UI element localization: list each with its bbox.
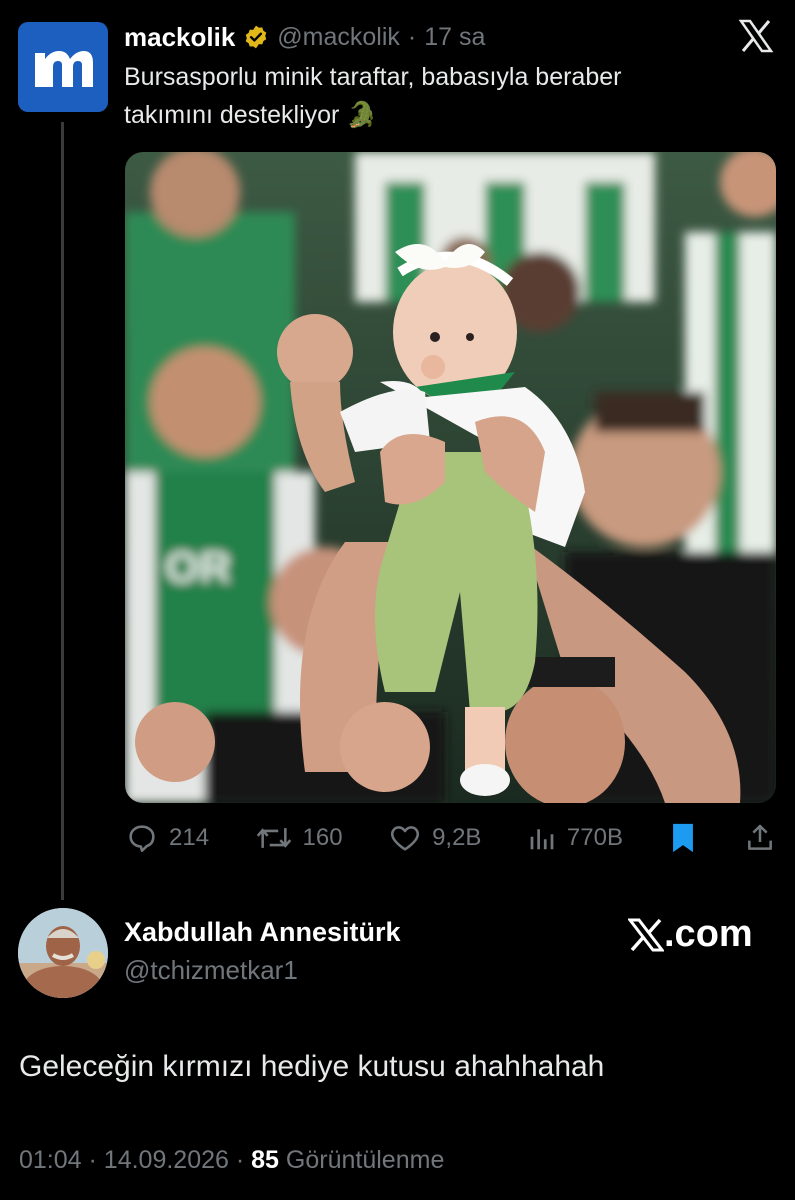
retweet-count: 160 [302, 824, 343, 851]
x-com-brand[interactable]: .com [628, 913, 753, 956]
share-icon [748, 824, 772, 850]
heart-icon [391, 826, 420, 851]
thread-line [61, 122, 64, 900]
x-brand-icon [628, 918, 664, 951]
tweet-header: mackolik @mackolik · 17 sa [124, 20, 485, 54]
meta-separator-2: · [235, 1146, 245, 1174]
retweet-icon [256, 828, 291, 848]
mackolik-logo-icon [35, 51, 93, 87]
svg-text:OR: OR [165, 543, 231, 592]
views-button[interactable]: 770B [527, 823, 623, 853]
reply-meta: 01:04 · 14.09.2026 · 85 Görüntülenme [19, 1146, 444, 1175]
reply-button[interactable]: 214 [125, 821, 209, 855]
reply-count: 214 [169, 824, 210, 851]
reply-time[interactable]: 01:04 [19, 1146, 82, 1174]
x-com-text: .com [664, 913, 753, 955]
verified-badge-icon [246, 25, 267, 49]
mackolik-avatar[interactable] [18, 22, 108, 112]
reply-icon [129, 825, 155, 853]
author-handle[interactable]: @mackolik [277, 23, 400, 52]
author-name[interactable]: mackolik [124, 22, 235, 53]
tweet-text-line-1: Bursasporlu minik taraftar, babasıyla be… [124, 63, 622, 91]
like-count: 9,2B [432, 824, 482, 851]
analytics-icon [530, 829, 554, 850]
meta-separator-1: · [88, 1146, 97, 1174]
tweet-photo[interactable]: OR [125, 152, 776, 803]
reply-views-count: 85 [251, 1146, 279, 1174]
stadium-fans-photo: OR [125, 152, 776, 803]
bookmark-icon [673, 823, 694, 853]
bookmark-button[interactable] [668, 821, 698, 855]
reply-date[interactable]: 14.09.2026 [104, 1146, 229, 1174]
reply-author-name[interactable]: Xabdullah Annesitürk [124, 917, 401, 948]
x-logo-icon[interactable] [738, 18, 774, 54]
reply-author-handle[interactable]: @tchizmetkar1 [124, 955, 298, 986]
views-count: 770B [566, 824, 623, 851]
share-button[interactable] [744, 822, 776, 854]
reply-views-label: Görüntülenme [285, 1146, 445, 1174]
reply-text: Geleceğin kırmızı hediye kutusu ahahhaha… [19, 1050, 605, 1083]
tweet-actions: 214 160 9,2B 770B [125, 816, 776, 860]
tweet-text: Bursasporlu minik taraftar, babasıyla be… [124, 58, 764, 134]
reply-avatar[interactable] [18, 908, 108, 998]
tweet-text-line-2: takımını destekliyor 🐊 [124, 96, 764, 134]
separator-dot: · [407, 22, 417, 51]
retweet-button[interactable]: 160 [255, 821, 343, 855]
tweet-time[interactable]: 17 sa [424, 23, 485, 52]
reply-avatar-image [18, 908, 108, 998]
tweet-text-line-2-text: takımını destekliyor [124, 101, 340, 129]
crocodile-emoji: 🐊 [346, 101, 378, 129]
like-button[interactable]: 9,2B [388, 821, 481, 855]
